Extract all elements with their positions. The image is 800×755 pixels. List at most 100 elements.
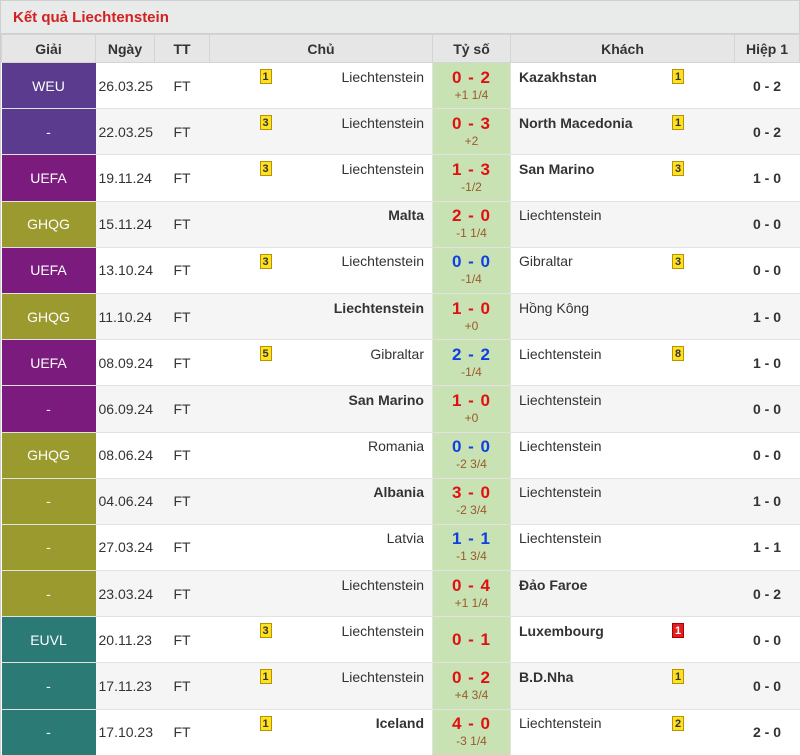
home-team-name[interactable]: Liechtenstein [341, 115, 424, 131]
league-cell[interactable]: GHQG [1, 293, 96, 341]
away-team-cell[interactable]: Hồng Kông [510, 293, 735, 341]
away-team-name[interactable]: North Macedonia [519, 115, 633, 131]
home-team-cell[interactable]: Liechtenstein [209, 570, 433, 618]
home-team-cell[interactable]: Latvia [209, 524, 433, 572]
full-time-score[interactable]: 0 - 0 [433, 253, 510, 271]
away-team-cell[interactable]: Liechtenstein [510, 478, 735, 525]
home-team-name[interactable]: Albania [373, 484, 424, 500]
score-cell[interactable]: 0 - 2 +1 1/4 [432, 62, 511, 110]
full-time-score[interactable]: 3 - 0 [433, 484, 510, 502]
away-team-name[interactable]: San Marino [519, 161, 594, 177]
league-cell[interactable]: - [1, 385, 96, 433]
full-time-score[interactable]: 1 - 1 [433, 530, 510, 548]
home-team-cell[interactable]: 3 Liechtenstein [209, 154, 433, 202]
col-header-score[interactable]: Tỷ số [432, 34, 511, 63]
home-team-cell[interactable]: 3 Liechtenstein [209, 616, 433, 664]
home-team-name[interactable]: Gibraltar [370, 346, 424, 362]
col-header-half[interactable]: Hiệp 1 [734, 34, 800, 63]
table-row[interactable]: - 06.09.24 FT San Marino 1 - 0 +0 Liecht… [1, 385, 800, 433]
score-cell[interactable]: 4 - 0 -3 1/4 [432, 709, 511, 755]
home-team-cell[interactable]: 1 Liechtenstein [209, 62, 433, 110]
away-team-cell[interactable]: San Marino 3 [510, 154, 735, 202]
home-team-cell[interactable]: Liechtenstein [209, 293, 433, 341]
table-row[interactable]: UEFA 19.11.24 FT 3 Liechtenstein 1 - 3 -1… [1, 154, 800, 202]
full-time-score[interactable]: 1 - 3 [433, 160, 510, 179]
away-team-name[interactable]: Hồng Kông [519, 300, 589, 316]
score-cell[interactable]: 1 - 0 +0 [432, 385, 511, 433]
away-team-name[interactable]: Gibraltar [519, 253, 573, 269]
away-team-cell[interactable]: Liechtenstein [510, 432, 735, 479]
league-cell[interactable]: EUVL [1, 616, 96, 664]
table-row[interactable]: - 17.10.23 FT 1 Iceland 4 - 0 -3 1/4 Liec… [1, 709, 800, 755]
league-cell[interactable]: - [1, 478, 96, 525]
col-header-league[interactable]: Giải [1, 34, 96, 63]
table-row[interactable]: GHQG 08.06.24 FT Romania 0 - 0 -2 3/4 Li… [1, 432, 800, 479]
table-row[interactable]: UEFA 08.09.24 FT 5 Gibraltar 2 - 2 -1/4 L… [1, 339, 800, 387]
score-cell[interactable]: 0 - 0 -1/4 [432, 247, 511, 294]
away-team-name[interactable]: Liechtenstein [519, 715, 602, 731]
home-team-cell[interactable]: 3 Liechtenstein [209, 247, 433, 294]
score-cell[interactable]: 0 - 0 -2 3/4 [432, 432, 511, 479]
score-cell[interactable]: 1 - 1 -1 3/4 [432, 524, 511, 572]
home-team-name[interactable]: Iceland [376, 715, 424, 731]
table-row[interactable]: - 27.03.24 FT Latvia 1 - 1 -1 3/4 Liecht… [1, 524, 800, 572]
score-cell[interactable]: 1 - 3 -1/2 [432, 154, 511, 202]
home-team-cell[interactable]: Romania [209, 432, 433, 479]
table-row[interactable]: WEU 26.03.25 FT 1 Liechtenstein 0 - 2 +1 … [1, 62, 800, 110]
away-team-cell[interactable]: Gibraltar 3 [510, 247, 735, 294]
full-time-score[interactable]: 0 - 4 [433, 576, 510, 595]
table-row[interactable]: GHQG 15.11.24 FT Malta 2 - 0 -1 1/4 Liec… [1, 201, 800, 248]
full-time-score[interactable]: 0 - 2 [433, 669, 510, 687]
full-time-score[interactable]: 2 - 0 [433, 207, 510, 225]
away-team-name[interactable]: B.D.Nha [519, 669, 573, 685]
home-team-name[interactable]: San Marino [349, 392, 424, 408]
league-cell[interactable]: GHQG [1, 432, 96, 479]
home-team-cell[interactable]: 5 Gibraltar [209, 339, 433, 387]
col-header-status[interactable]: TT [154, 34, 210, 63]
home-team-name[interactable]: Liechtenstein [341, 577, 424, 593]
table-row[interactable]: GHQG 11.10.24 FT Liechtenstein 1 - 0 +0 … [1, 293, 800, 341]
league-cell[interactable]: GHQG [1, 201, 96, 248]
full-time-score[interactable]: 1 - 0 [433, 299, 510, 318]
table-row[interactable]: - 17.11.23 FT 1 Liechtenstein 0 - 2 +4 3/… [1, 662, 800, 710]
away-team-cell[interactable]: Luxembourg 1 [510, 616, 735, 664]
away-team-name[interactable]: Kazakhstan [519, 69, 597, 85]
home-team-name[interactable]: Liechtenstein [341, 69, 424, 85]
league-cell[interactable]: UEFA [1, 247, 96, 294]
home-team-name[interactable]: Liechtenstein [341, 669, 424, 685]
home-team-name[interactable]: Liechtenstein [341, 623, 424, 639]
away-team-name[interactable]: Đảo Faroe [519, 577, 587, 593]
league-cell[interactable]: - [1, 709, 96, 755]
full-time-score[interactable]: 4 - 0 [433, 715, 510, 733]
away-team-name[interactable]: Liechtenstein [519, 392, 602, 408]
away-team-cell[interactable]: North Macedonia 1 [510, 108, 735, 156]
score-cell[interactable]: 3 - 0 -2 3/4 [432, 478, 511, 525]
league-cell[interactable]: UEFA [1, 154, 96, 202]
away-team-cell[interactable]: Liechtenstein [510, 385, 735, 433]
league-cell[interactable]: UEFA [1, 339, 96, 387]
home-team-cell[interactable]: Malta [209, 201, 433, 248]
league-cell[interactable]: - [1, 662, 96, 710]
home-team-name[interactable]: Romania [368, 438, 424, 454]
home-team-cell[interactable]: San Marino [209, 385, 433, 433]
home-team-name[interactable]: Malta [388, 207, 424, 223]
home-team-name[interactable]: Liechtenstein [334, 300, 424, 316]
table-row[interactable]: UEFA 13.10.24 FT 3 Liechtenstein 0 - 0 -1… [1, 247, 800, 294]
away-team-cell[interactable]: Đảo Faroe [510, 570, 735, 618]
table-row[interactable]: - 22.03.25 FT 3 Liechtenstein 0 - 3 +2 No… [1, 108, 800, 156]
league-cell[interactable]: - [1, 570, 96, 618]
away-team-name[interactable]: Liechtenstein [519, 530, 602, 546]
score-cell[interactable]: 0 - 1 [432, 616, 511, 664]
away-team-cell[interactable]: Liechtenstein [510, 201, 735, 248]
away-team-cell[interactable]: Liechtenstein [510, 524, 735, 572]
score-cell[interactable]: 0 - 3 +2 [432, 108, 511, 156]
home-team-name[interactable]: Liechtenstein [341, 253, 424, 269]
full-time-score[interactable]: 0 - 2 [433, 68, 510, 87]
full-time-score[interactable]: 2 - 2 [433, 345, 510, 364]
full-time-score[interactable]: 0 - 3 [433, 114, 510, 133]
league-cell[interactable]: WEU [1, 62, 96, 110]
score-cell[interactable]: 0 - 4 +1 1/4 [432, 570, 511, 618]
away-team-name[interactable]: Liechtenstein [519, 346, 602, 362]
away-team-cell[interactable]: Liechtenstein 2 [510, 709, 735, 755]
col-header-date[interactable]: Ngày [95, 34, 155, 63]
